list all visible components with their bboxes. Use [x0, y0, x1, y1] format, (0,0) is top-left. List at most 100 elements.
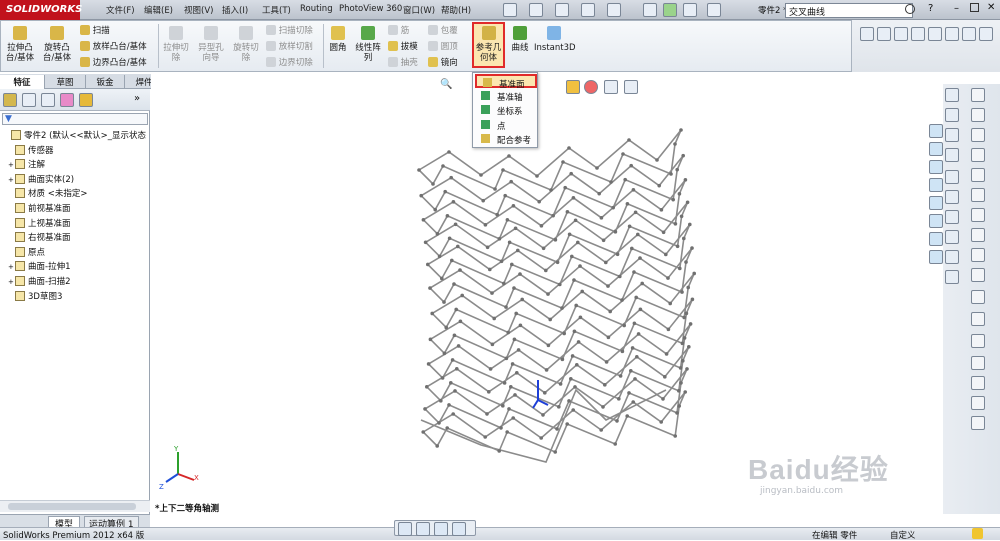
sketch-point[interactable]: [456, 244, 460, 249]
search-input[interactable]: 交叉曲线: [785, 3, 913, 18]
sketch-point[interactable]: [512, 286, 516, 290]
toolbar-tool-icon[interactable]: [945, 210, 959, 224]
sketch-point[interactable]: [608, 309, 612, 314]
sketch-point[interactable]: [511, 416, 515, 420]
sketch-point[interactable]: [629, 369, 633, 373]
tree-item[interactable]: 上视基准面: [8, 217, 71, 229]
sketch-point[interactable]: [687, 345, 691, 349]
dome-button[interactable]: 圆顶: [428, 41, 458, 52]
sketch-point[interactable]: [570, 354, 575, 358]
sketch-point[interactable]: [497, 237, 502, 241]
view-icon[interactable]: [398, 522, 412, 536]
toolbar-tool-icon[interactable]: [945, 170, 959, 184]
menu-item[interactable]: 文件(F): [106, 4, 135, 16]
sketch-point[interactable]: [684, 260, 688, 264]
open-icon[interactable]: [529, 3, 543, 17]
sketch-point[interactable]: [423, 407, 427, 411]
sketch-point[interactable]: [460, 293, 465, 298]
sketch-point[interactable]: [631, 188, 636, 192]
sketch-point[interactable]: [664, 252, 668, 257]
rib-button[interactable]: 筋: [388, 25, 409, 36]
property-manager-icon[interactable]: [22, 93, 36, 107]
sketch-point[interactable]: [435, 444, 440, 448]
sketch-point[interactable]: [606, 284, 610, 288]
sketch-point[interactable]: [677, 389, 681, 393]
toolbar-tool-icon[interactable]: [945, 88, 959, 102]
menu-item-0[interactable]: 基准面: [475, 74, 537, 90]
menu-item[interactable]: 视图(V): [184, 4, 213, 16]
tool-icon[interactable]: [962, 27, 976, 41]
sketch-curve[interactable]: [424, 201, 689, 264]
sketch-point[interactable]: [541, 246, 546, 251]
sketch-point[interactable]: [567, 399, 571, 403]
help-icon[interactable]: ?: [928, 3, 933, 14]
sketch-point[interactable]: [601, 405, 605, 409]
sketch-point[interactable]: [666, 327, 671, 332]
sketch-point[interactable]: [680, 341, 685, 346]
reference-geometry-button[interactable]: 参考几 何体: [472, 22, 505, 68]
sketch-point[interactable]: [558, 382, 563, 386]
sketch-point[interactable]: [682, 236, 686, 241]
sketch-point[interactable]: [627, 224, 632, 229]
sketch-point[interactable]: [513, 393, 517, 397]
sketch-point[interactable]: [431, 182, 435, 186]
toolbar-tool-icon[interactable]: [929, 178, 943, 192]
sketch-point[interactable]: [499, 259, 504, 264]
wrap-button[interactable]: 包覆: [428, 25, 458, 36]
loft-cut-button[interactable]: 放样切割: [266, 41, 313, 52]
sketch-point[interactable]: [679, 128, 683, 132]
tool-icon[interactable]: [928, 27, 942, 41]
sketch-point[interactable]: [575, 363, 579, 367]
sketch-point[interactable]: [455, 367, 459, 371]
configuration-manager-icon[interactable]: [41, 93, 55, 107]
sketch-point[interactable]: [421, 218, 426, 222]
toolbar-tool-icon[interactable]: [945, 230, 959, 244]
sketch-point[interactable]: [632, 321, 637, 326]
toolbar-tool-icon[interactable]: [971, 396, 985, 410]
display-manager-icon[interactable]: [79, 93, 93, 107]
menu-item-3[interactable]: 点: [475, 118, 537, 132]
sketch-point[interactable]: [441, 164, 445, 168]
sketch-point[interactable]: [613, 230, 618, 234]
restore-icon[interactable]: [970, 3, 979, 12]
menu-item[interactable]: 编辑(E): [144, 4, 173, 16]
sweep-button[interactable]: 扫描: [80, 25, 110, 36]
sketch-point[interactable]: [506, 330, 511, 335]
sketch-point[interactable]: [507, 407, 511, 411]
sketch-point[interactable]: [623, 177, 627, 182]
toolbar-tool-icon[interactable]: [971, 312, 985, 326]
sketch-point[interactable]: [686, 285, 690, 290]
sketch-point[interactable]: [685, 367, 689, 371]
sketch-point[interactable]: [684, 311, 689, 316]
sketch-point[interactable]: [663, 375, 667, 379]
sketch-point[interactable]: [485, 412, 489, 416]
sketch-point[interactable]: [487, 390, 491, 394]
sketch-point[interactable]: [447, 403, 451, 407]
sketch-point[interactable]: [565, 210, 570, 214]
toolbar-tool-icon[interactable]: [945, 270, 959, 284]
toolbar-tool-icon[interactable]: [971, 108, 985, 122]
sketch-point[interactable]: [570, 254, 574, 259]
sketch-point[interactable]: [659, 208, 664, 212]
sketch-point[interactable]: [688, 322, 693, 326]
sketch-point[interactable]: [492, 316, 497, 321]
sketch-point[interactable]: [636, 332, 641, 336]
sweep-cut-button[interactable]: 扫描切除: [266, 25, 313, 36]
view-icon[interactable]: [416, 522, 430, 536]
tree-filter[interactable]: ▼: [2, 113, 148, 125]
sketch-point[interactable]: [504, 356, 509, 361]
zoom-fit-icon[interactable]: 🔍: [440, 79, 452, 90]
close-icon[interactable]: ✕: [987, 2, 995, 13]
sketch-point[interactable]: [595, 166, 599, 170]
sketch-point[interactable]: [445, 214, 450, 218]
sketch-point[interactable]: [511, 204, 516, 208]
sketch-point[interactable]: [668, 301, 672, 306]
sketch-point[interactable]: [502, 281, 506, 286]
sketch-point[interactable]: [573, 218, 578, 223]
sketch-point[interactable]: [563, 185, 567, 190]
sketch-point[interactable]: [443, 189, 448, 194]
sketch-point[interactable]: [425, 385, 429, 389]
sketch-point[interactable]: [509, 385, 513, 389]
toolbar-tool-icon[interactable]: [971, 228, 985, 242]
sketch-point[interactable]: [578, 264, 582, 268]
